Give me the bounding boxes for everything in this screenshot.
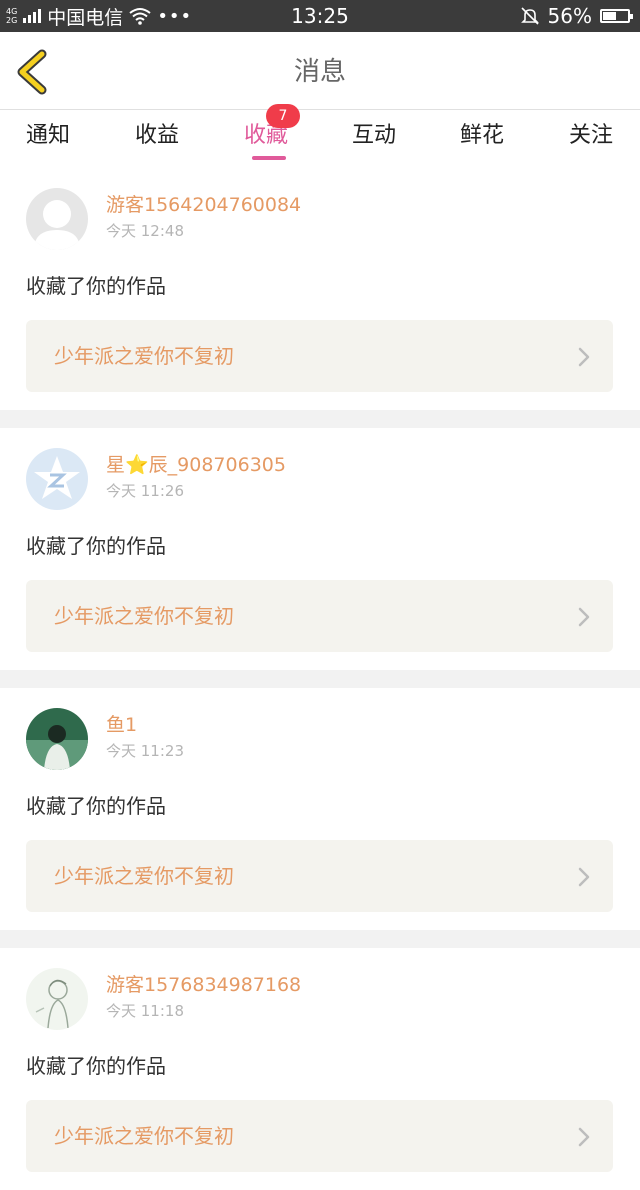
tab-interaction[interactable]: 互动 — [334, 110, 414, 168]
work-title: 少年派之爱你不复初 — [54, 864, 234, 888]
message-card: 星⭐辰_908706305 今天 11:26 收藏了你的作品 少年派之爱你不复初 — [0, 428, 640, 670]
message-card: 游客1576834987168 今天 11:18 收藏了你的作品 少年派之爱你不… — [0, 948, 640, 1190]
status-bar: 4G 2G 中国电信 ••• 13:25 56% — [0, 0, 640, 32]
username[interactable]: 星⭐辰_908706305 — [106, 450, 286, 477]
message-action: 收藏了你的作品 — [26, 794, 166, 818]
message-action: 收藏了你的作品 — [26, 534, 166, 558]
page-title: 消息 — [293, 57, 346, 87]
username[interactable]: 游客1564204760084 — [106, 190, 301, 217]
qzone-star-avatar[interactable] — [26, 448, 88, 510]
chevron-right-icon — [578, 1127, 590, 1147]
default-avatar[interactable] — [26, 188, 88, 250]
message-action: 收藏了你的作品 — [26, 274, 166, 298]
work-title: 少年派之爱你不复初 — [54, 604, 234, 628]
active-tab-indicator — [252, 156, 286, 160]
message-card: 鱼1 今天 11:23 收藏了你的作品 少年派之爱你不复初 — [0, 688, 640, 930]
header: 消息 — [0, 32, 640, 110]
message-time: 今天 11:23 — [106, 742, 184, 760]
work-link[interactable]: 少年派之爱你不复初 — [26, 580, 613, 652]
tab-favorites[interactable]: 收藏 7 — [226, 104, 306, 168]
message-card: 游客1564204760084 今天 12:48 收藏了你的作品 少年派之爱你不… — [0, 168, 640, 410]
work-link[interactable]: 少年派之爱你不复初 — [26, 840, 613, 912]
bell-muted-icon — [520, 7, 539, 25]
unread-badge: 7 — [266, 104, 300, 128]
battery-percent: 56% — [547, 4, 592, 28]
chevron-right-icon — [578, 347, 590, 367]
work-link[interactable]: 少年派之爱你不复初 — [26, 320, 613, 392]
battery-icon — [600, 9, 633, 23]
tab-follow[interactable]: 关注 — [551, 110, 631, 168]
work-link[interactable]: 少年派之爱你不复初 — [26, 1100, 613, 1172]
chevron-right-icon — [578, 607, 590, 627]
message-action: 收藏了你的作品 — [26, 1054, 166, 1078]
tab-flowers[interactable]: 鲜花 — [442, 110, 522, 168]
work-title: 少年派之爱你不复初 — [54, 1124, 234, 1148]
username[interactable]: 游客1576834987168 — [106, 970, 301, 997]
tab-bar: 通知 收益 收藏 7 互动 鲜花 关注 — [0, 104, 640, 168]
work-title: 少年派之爱你不复初 — [54, 344, 234, 368]
username[interactable]: 鱼1 — [106, 710, 137, 737]
sketch-avatar[interactable] — [26, 968, 88, 1030]
tab-earnings[interactable]: 收益 — [117, 110, 197, 168]
message-time: 今天 11:18 — [106, 1002, 184, 1020]
message-time: 今天 11:26 — [106, 482, 184, 500]
tab-notify[interactable]: 通知 — [8, 110, 88, 168]
chevron-right-icon — [578, 867, 590, 887]
photo-avatar[interactable] — [26, 708, 88, 770]
message-time: 今天 12:48 — [106, 222, 184, 240]
